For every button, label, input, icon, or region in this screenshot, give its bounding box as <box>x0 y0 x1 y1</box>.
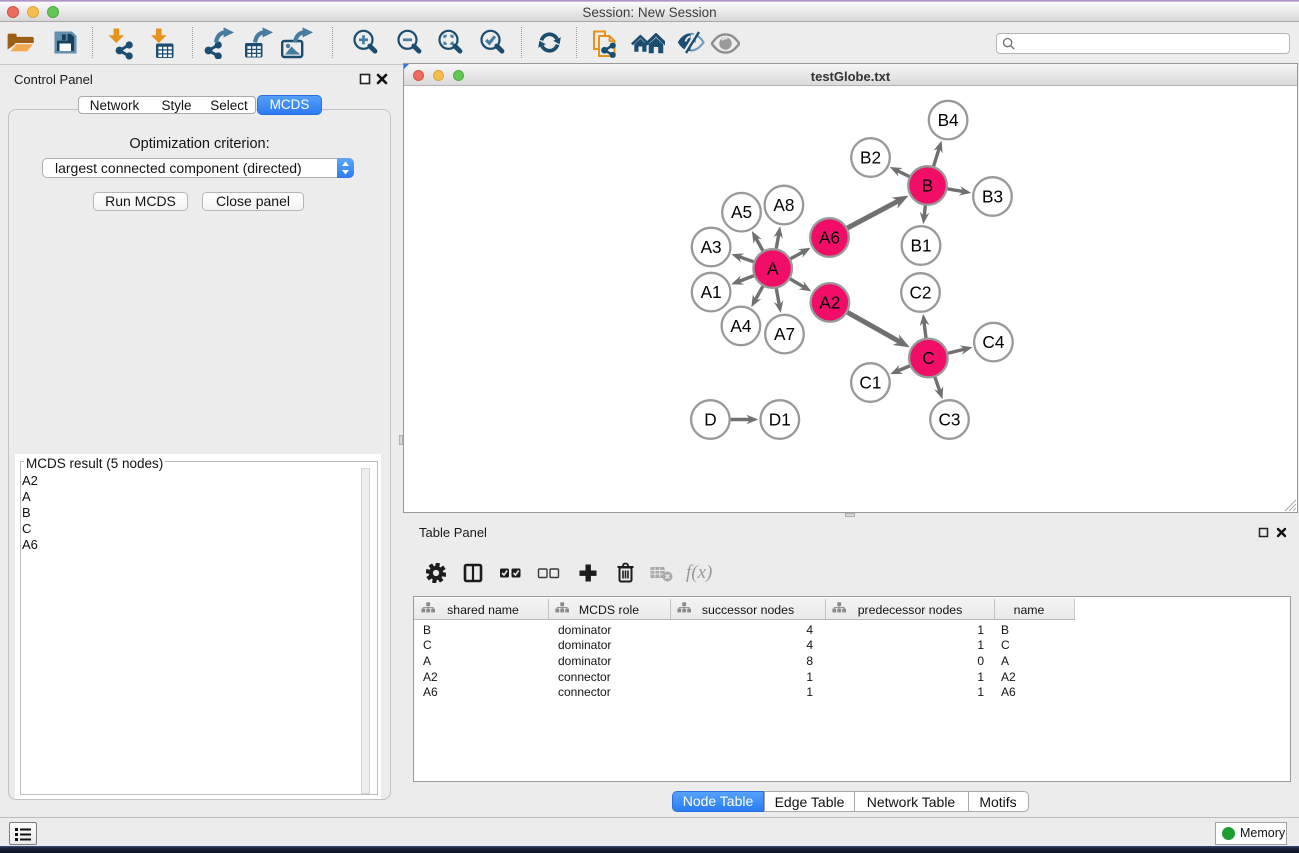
svg-text:C4: C4 <box>982 332 1004 352</box>
svg-text:A2: A2 <box>819 292 840 312</box>
svg-text:A3: A3 <box>700 237 721 257</box>
svg-text:C2: C2 <box>909 282 931 302</box>
svg-text:C: C <box>922 348 934 368</box>
svg-text:A4: A4 <box>730 315 751 335</box>
svg-text:A5: A5 <box>730 202 751 222</box>
svg-text:D1: D1 <box>768 409 790 429</box>
svg-text:B1: B1 <box>910 235 931 255</box>
svg-text:B4: B4 <box>937 110 958 130</box>
svg-text:C3: C3 <box>938 409 960 429</box>
svg-text:C1: C1 <box>859 372 881 392</box>
svg-text:B2: B2 <box>859 147 880 167</box>
svg-text:A: A <box>766 258 778 278</box>
svg-text:A1: A1 <box>700 282 721 302</box>
svg-text:A6: A6 <box>818 227 839 247</box>
svg-text:A8: A8 <box>773 195 794 215</box>
svg-text:B: B <box>921 175 932 195</box>
svg-text:B3: B3 <box>981 186 1002 206</box>
svg-text:D: D <box>704 409 716 429</box>
svg-text:A7: A7 <box>773 324 794 344</box>
